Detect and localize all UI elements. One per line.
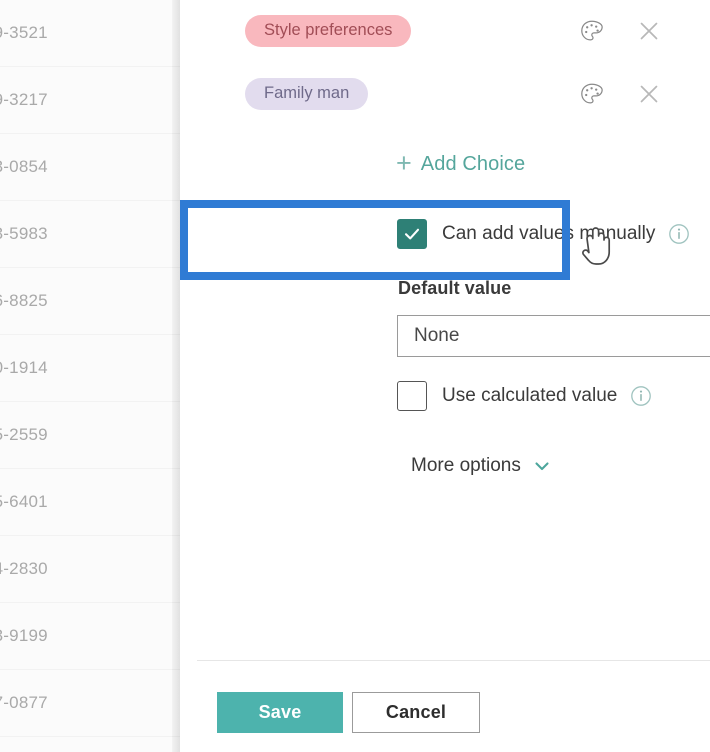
- cancel-button[interactable]: Cancel: [352, 692, 480, 733]
- save-button[interactable]: Save: [217, 692, 343, 733]
- choice-row-actions: [572, 10, 710, 52]
- list-item[interactable]: 43-9199: [0, 603, 180, 670]
- choice-row: Style preferences: [180, 8, 710, 54]
- info-icon[interactable]: [668, 223, 690, 245]
- more-options-toggle[interactable]: More options: [411, 455, 552, 477]
- phone-number-text: 67-0877: [0, 693, 48, 712]
- choice-row: Family man: [180, 71, 710, 117]
- use-calculated-value-row[interactable]: Use calculated value: [397, 381, 652, 411]
- footer-divider: [197, 660, 710, 661]
- list-item[interactable]: 67-0877: [0, 670, 180, 737]
- background-rows: 69-3521 29-3217 43-0854 73-5983 46-8825 10-19…: [0, 0, 180, 737]
- phone-number-text: 10-1914: [0, 358, 48, 377]
- list-item[interactable]: 46-8825: [0, 268, 180, 335]
- plus-icon: +: [396, 148, 412, 178]
- phone-number-text: 64-2830: [0, 559, 48, 578]
- phone-number-text: 43-0854: [0, 157, 48, 176]
- can-add-values-manually-row[interactable]: Can add values manually: [397, 219, 690, 249]
- phone-number-text: 73-5983: [0, 224, 48, 243]
- add-choice-button[interactable]: + Add Choice: [396, 148, 526, 178]
- list-item[interactable]: 10-1914: [0, 335, 180, 402]
- chevron-down-icon: [532, 456, 552, 476]
- phone-number-text: 29-3217: [0, 90, 48, 109]
- use-calculated-value-checkbox[interactable]: [397, 381, 427, 411]
- close-icon[interactable]: [628, 10, 670, 52]
- phone-number-text: 69-3521: [0, 23, 48, 42]
- phone-number-text: 43-9199: [0, 626, 48, 645]
- phone-number-text: 55-2559: [0, 425, 48, 444]
- can-add-values-checkbox[interactable]: [397, 219, 427, 249]
- default-value-label: Default value: [398, 278, 512, 298]
- list-item[interactable]: 85-6401: [0, 469, 180, 536]
- panel-shadow-edge: [172, 0, 180, 752]
- default-value-select[interactable]: None: [397, 315, 710, 357]
- background-record-list: 69-3521 29-3217 43-0854 73-5983 46-8825 10-19…: [0, 0, 180, 752]
- phone-number-text: 46-8825: [0, 291, 48, 310]
- close-icon[interactable]: [628, 73, 670, 115]
- list-item[interactable]: 29-3217: [0, 67, 180, 134]
- choice-row-actions: [572, 73, 710, 115]
- choice-pill[interactable]: Style preferences: [245, 15, 412, 47]
- info-icon[interactable]: [630, 385, 652, 407]
- list-item[interactable]: 73-5983: [0, 201, 180, 268]
- list-item[interactable]: 55-2559: [0, 402, 180, 469]
- palette-icon[interactable]: [572, 11, 612, 51]
- more-options-label: More options: [411, 455, 521, 476]
- can-add-values-label: Can add values manually: [442, 223, 656, 244]
- list-item[interactable]: 43-0854: [0, 134, 180, 201]
- add-choice-label: Add Choice: [420, 153, 526, 175]
- list-item[interactable]: 64-2830: [0, 536, 180, 603]
- use-calculated-value-label: Use calculated value: [442, 385, 618, 406]
- choice-pill[interactable]: Family man: [245, 78, 369, 110]
- list-item[interactable]: 69-3521: [0, 0, 180, 67]
- checkmark-icon: [404, 228, 420, 240]
- default-value-selected: None: [414, 325, 460, 346]
- field-settings-panel: Style preferences Family man + Add Choice…: [180, 0, 710, 752]
- palette-icon[interactable]: [572, 74, 612, 114]
- phone-number-text: 85-6401: [0, 492, 48, 511]
